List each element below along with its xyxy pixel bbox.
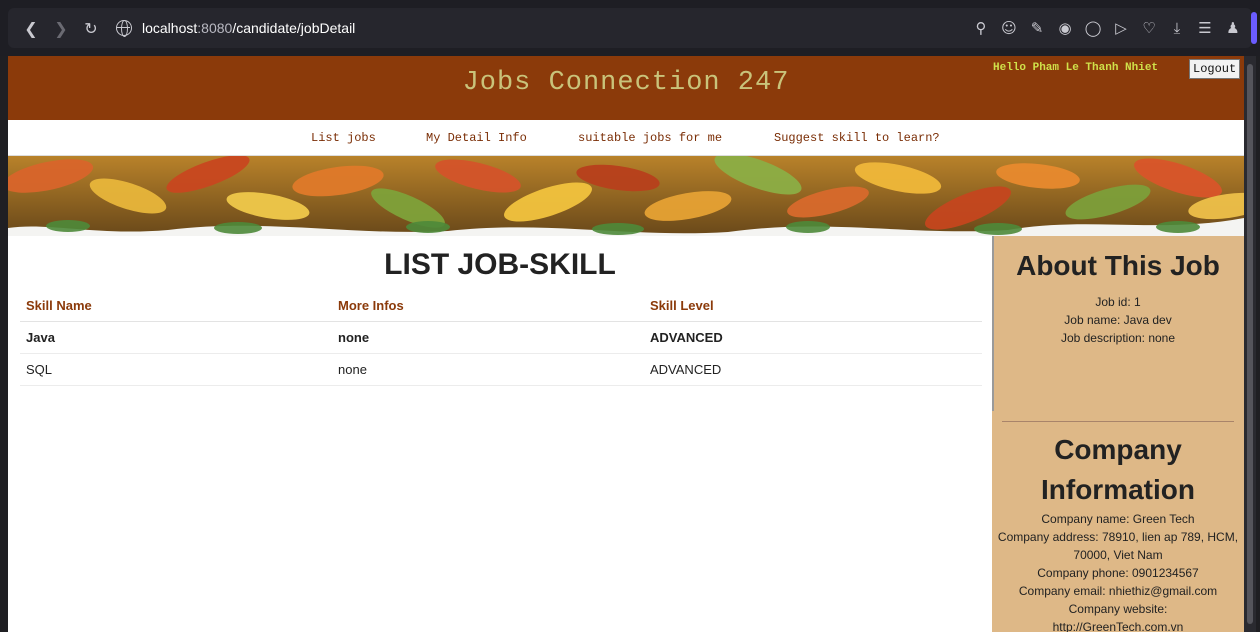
menu-item-my-detail-info[interactable]: My Detail Info <box>426 131 527 145</box>
autumn-leaves-banner <box>8 156 1244 236</box>
logout-button[interactable]: Logout <box>1189 59 1241 79</box>
company-phone: Company phone: 0901234567 <box>1037 566 1199 580</box>
cell-skill-name: SQL <box>20 353 332 386</box>
play-icon[interactable]: ▷ <box>1112 19 1130 37</box>
browser-chrome: ❮ ❯ ↻ localhost:8080/candidate/jobDetail… <box>0 0 1260 56</box>
column-header-skill-level: Skill Level <box>644 291 982 322</box>
about-job-title: About This Job <box>1016 250 1220 281</box>
main-content: LIST JOB-SKILL Skill Name More Infos Ski… <box>8 236 992 632</box>
url-host: localhost <box>142 20 198 36</box>
main-menu: List jobs My Detail Info suitable jobs f… <box>8 120 1244 156</box>
company-website-link[interactable]: http://GreenTech.com.vn <box>992 618 1244 632</box>
company-website-label: Company website: <box>1068 602 1168 616</box>
greeting-text: Hello Pham Le Thanh Nhiet <box>993 62 1159 74</box>
cell-skill-level: ADVANCED <box>644 353 982 386</box>
camera-icon[interactable]: ◉ <box>1056 19 1074 37</box>
globe-icon <box>116 20 132 37</box>
page-scrollbar[interactable] <box>1244 56 1256 632</box>
company-address: Company address: 78910, lien ap 789, HCM… <box>997 530 1239 562</box>
back-icon[interactable]: ❮ <box>18 15 44 41</box>
url-path: /candidate/jobDetail <box>232 20 356 36</box>
site-header: Jobs Connection 247 Hello Pham Le Thanh … <box>8 56 1244 120</box>
job-description: Job description: none <box>1060 331 1176 345</box>
company-info: Company name: Green Tech Company address… <box>992 510 1244 632</box>
cell-more-infos: none <box>332 353 644 386</box>
job-skill-table: Skill Name More Infos Skill Level Java n… <box>20 291 982 386</box>
column-header-more-infos: More Infos <box>332 291 644 322</box>
leaves-image <box>8 156 1244 235</box>
job-id: Job id: 1 <box>1095 295 1141 309</box>
scrollbar-thumb[interactable] <box>1247 64 1253 624</box>
page-viewport: Jobs Connection 247 Hello Pham Le Thanh … <box>8 56 1244 632</box>
menu-item-suitable-jobs[interactable]: suitable jobs for me <box>578 131 722 145</box>
company-info-title: Company Information <box>1041 434 1195 505</box>
search-icon[interactable]: ⚲ <box>972 19 990 37</box>
table-header-row: Skill Name More Infos Skill Level <box>20 291 982 322</box>
company-email: Company email: nhiethiz@gmail.com <box>1018 584 1218 598</box>
address-bar[interactable]: localhost:8080/candidate/jobDetail <box>116 20 356 37</box>
browser-toolbar: ❮ ❯ ↻ localhost:8080/candidate/jobDetail… <box>8 8 1252 48</box>
menu-item-suggest-skill[interactable]: Suggest skill to learn? <box>774 131 940 145</box>
cell-skill-level: ADVANCED <box>644 321 982 354</box>
menu-item-list-jobs[interactable]: List jobs <box>311 131 376 145</box>
heart-icon[interactable]: ♡ <box>1140 19 1158 37</box>
edit-icon[interactable]: ✎ <box>1028 19 1046 37</box>
table-row[interactable]: Java none ADVANCED <box>20 321 982 354</box>
browser-extension-icons: ⚲ ☺ ✎ ◉ ◯ ▷ ♡ ⤓ ☰ ♟ <box>972 19 1242 37</box>
job-name: Job name: Java dev <box>1064 313 1172 327</box>
table-row[interactable]: SQL none ADVANCED <box>20 353 982 386</box>
shield-icon[interactable]: ◯ <box>1084 19 1102 37</box>
job-info: Job id: 1 Job name: Java dev Job descrip… <box>992 293 1244 347</box>
forward-icon[interactable]: ❯ <box>48 15 74 41</box>
url-port: :8080 <box>197 20 233 36</box>
menu-icon[interactable]: ☰ <box>1196 19 1214 37</box>
page-title: LIST JOB-SKILL <box>384 248 616 281</box>
sidebar-edge <box>992 236 994 411</box>
download-icon[interactable]: ⤓ <box>1168 19 1186 37</box>
sidebar-toggle-icon[interactable] <box>1251 12 1257 44</box>
sidebar-divider <box>1002 421 1234 422</box>
cell-more-infos: none <box>332 321 644 354</box>
reload-icon[interactable]: ↻ <box>78 15 104 41</box>
job-sidebar: About This Job Job id: 1 Job name: Java … <box>992 236 1244 632</box>
smiley-icon[interactable]: ☺ <box>1000 19 1018 37</box>
cell-skill-name: Java <box>20 321 332 354</box>
company-name: Company name: Green Tech <box>1041 512 1195 526</box>
column-header-skill-name: Skill Name <box>20 291 332 322</box>
profile-icon[interactable]: ♟ <box>1224 19 1242 37</box>
